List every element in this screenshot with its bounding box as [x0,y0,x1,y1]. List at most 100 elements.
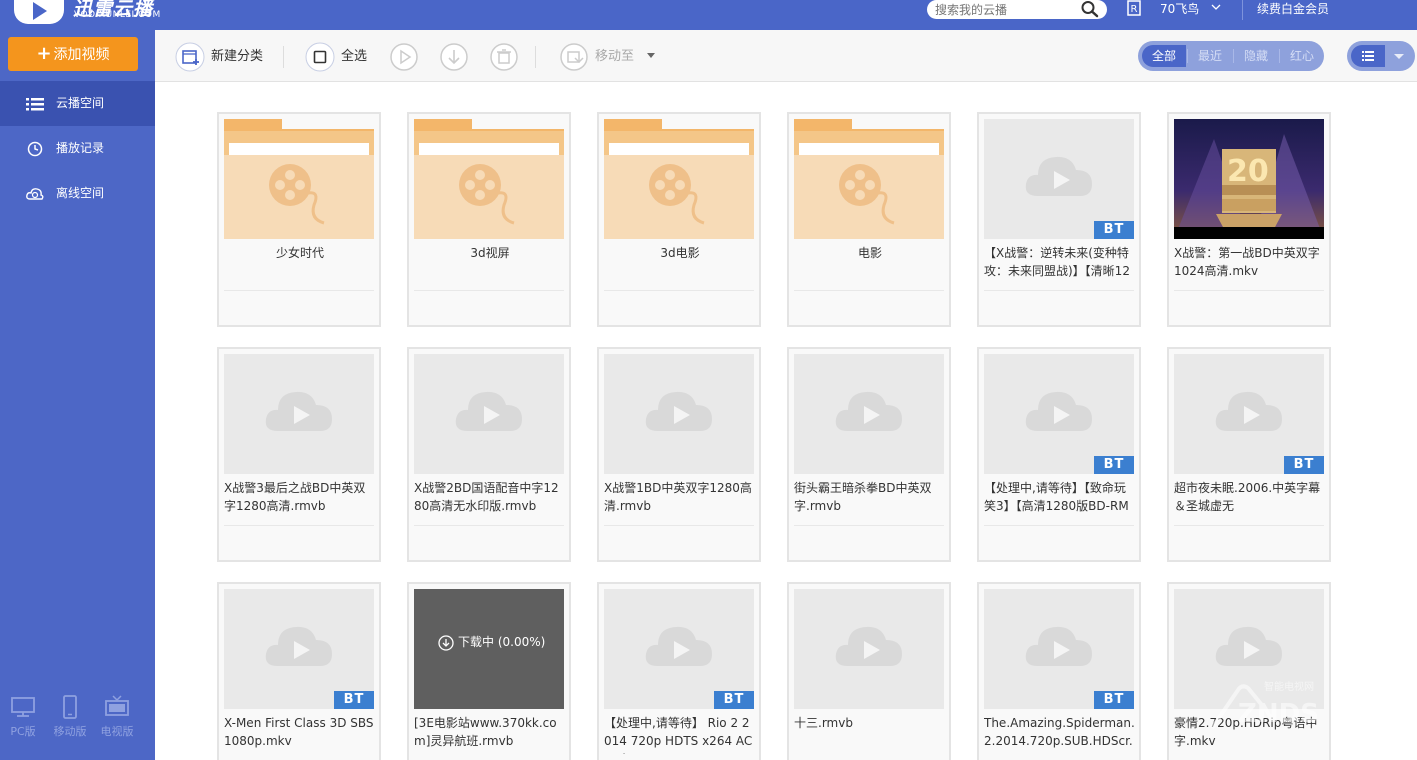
move-to-button[interactable]: 移动至 [559,42,659,72]
download-status-text: 下载中 (0.00%) [458,635,546,649]
play-icon[interactable] [389,42,419,72]
item-title: The.Amazing.Spiderman.2.2014.720p.SUB.HD… [984,716,1135,754]
thumbnail[interactable] [794,119,944,239]
thumbnail[interactable]: BT [604,589,754,709]
video-card[interactable]: 下载中 (0.00%) [3E电影站www.370kk.com]灵异航班.rmvb [407,582,571,760]
caret-down-icon [647,53,655,58]
bt-badge: BT [1094,221,1134,239]
cloud-play-icon [265,626,332,666]
monitor-icon [11,697,35,717]
thumbnail[interactable] [414,354,564,474]
cloud-play-icon [645,391,712,431]
video-card[interactable]: 街头霸王暗杀拳BD中英双字.rmvb [787,347,951,562]
clock-icon [27,141,43,157]
video-card[interactable]: BT The.Amazing.Spiderman.2.2014.720p.SUB.… [977,582,1141,760]
folder-card[interactable]: 3d视屏 [407,112,571,327]
video-card[interactable]: X战警3最后之战BD中英双字1280高清.rmvb [217,347,381,562]
add-video-button[interactable]: + 添加视频 [8,37,138,71]
item-title: X战警3最后之战BD中英双字1280高清.rmvb [224,481,366,513]
watermark-logo: ZNDS 智能电视网 [1210,680,1319,730]
thumbnail[interactable]: BT [1174,354,1324,474]
thumbnail[interactable]: 20 [1174,119,1324,239]
tv-icon [105,695,129,716]
platform-tv[interactable]: 电视版 [97,695,137,739]
delete-icon[interactable] [489,42,519,72]
sidebar-item-cloud-space[interactable]: 云播空间 [0,81,155,126]
search-input[interactable] [935,1,1080,18]
video-card[interactable]: 十三.rmvb [787,582,951,760]
downloading-overlay: 下载中 (0.00%) [414,589,564,709]
bt-badge: BT [334,691,374,709]
item-title: 【处理中,请等待】【致命玩笑3】【高清1280版BD-RM [984,481,1129,513]
phone-icon [63,695,77,719]
caret-down-icon[interactable] [1387,45,1411,67]
platform-label: 移动版 [53,725,87,738]
vip-renew-link[interactable]: 续费白金会员 [1257,0,1329,17]
folder-icon [224,119,374,239]
item-title: X战警1BD中英双字1280高清.rmvb [604,481,752,513]
chevron-down-icon[interactable] [1211,3,1221,11]
item-title: 超市夜未眠.2006.中英字幕＆圣城虚无 [1174,481,1321,513]
search-box [927,0,1107,19]
video-card[interactable]: BT 【X战警：逆转未来(变种特攻：未来同盟战)】【清晰12 [977,112,1141,327]
move-to-label: 移动至 [595,49,635,64]
folder-card[interactable]: 3d电影 [597,112,761,327]
sidebar-item-label: 播放记录 [56,141,105,155]
thumbnail[interactable] [224,354,374,474]
tab-recent[interactable]: 最近 [1188,45,1232,67]
sidebar-item-play-history[interactable]: 播放记录 [0,126,155,171]
user-name[interactable]: 70飞鸟 [1160,0,1199,17]
thumbnail[interactable]: BT [984,354,1134,474]
thumbnail[interactable]: BT [984,119,1134,239]
item-title: 3d视屏 [470,246,510,260]
video-card[interactable]: BT 【处理中,请等待】 Rio 2 2014 720p HDTS x264 AC… [597,582,761,760]
platform-pc[interactable]: PC版 [3,695,43,739]
download-icon[interactable] [439,42,469,72]
sidebar-item-offline-space[interactable]: 离线空间 [0,171,155,216]
view-toggle [1347,41,1415,71]
move-icon [560,43,588,71]
folder-icon [604,119,754,239]
tab-all[interactable]: 全部 [1142,45,1186,67]
cloud-play-icon [455,391,522,431]
video-card[interactable]: 20 X战警：第一战BD中英双字1024高清.mkv [1167,112,1331,327]
thumbnail[interactable] [794,589,944,709]
play-logo-icon [14,0,64,24]
divider [535,46,536,68]
video-card[interactable]: X战警2BD国语配音中字1280高清无水印版.rmvb [407,347,571,562]
divider [1242,0,1243,20]
folder-card[interactable]: 少女时代 [217,112,381,327]
video-card[interactable]: BT 超市夜未眠.2006.中英字幕＆圣城虚无 [1167,347,1331,562]
folder-card[interactable]: 电影 [787,112,951,327]
video-card[interactable]: BT X-Men First Class 3D SBS 1080p.mkv [217,582,381,760]
tab-hidden[interactable]: 隐藏 [1234,45,1278,67]
thumbnail[interactable] [794,354,944,474]
cloud-play-icon [645,626,712,666]
sidebar-item-label: 离线空间 [56,186,105,200]
thumbnail[interactable]: 下载中 (0.00%) [414,589,564,709]
list-view-button[interactable] [1351,45,1385,67]
search-icon[interactable] [1080,0,1100,18]
divider [224,525,374,526]
app-logo[interactable]: 迅雷云播 VOD.XUNLEI.COM [0,0,170,26]
tab-favorites[interactable]: 红心 [1280,45,1324,67]
thumbnail[interactable] [224,119,374,239]
new-category-button[interactable]: 新建分类 [175,42,275,72]
video-card[interactable]: BT 【处理中,请等待】【致命玩笑3】【高清1280版BD-RM [977,347,1141,562]
thumbnail[interactable] [414,119,564,239]
thumbnail[interactable]: BT [984,589,1134,709]
item-title: 【X战警：逆转未来(变种特攻：未来同盟战)】【清晰12 [984,246,1130,278]
select-all-button[interactable]: 全选 [305,42,375,72]
video-card[interactable]: X战警1BD中英双字1280高清.rmvb [597,347,761,562]
item-title: [3E电影站www.370kk.com]灵异航班.rmvb [414,716,557,748]
top-bar: 迅雷云播 VOD.XUNLEI.COM R 70飞鸟 续费白金会员 [0,0,1417,30]
thumbnail[interactable] [604,119,754,239]
item-title: 【处理中,请等待】 Rio 2 2014 720p HDTS x264 AC3 … [604,716,753,754]
bt-badge: BT [1284,456,1324,474]
download-icon [438,634,454,651]
thumbnail[interactable]: BT [224,589,374,709]
divider [224,290,374,291]
thumbnail[interactable] [604,354,754,474]
svg-text:20: 20 [1227,154,1269,189]
platform-mobile[interactable]: 移动版 [50,695,90,739]
